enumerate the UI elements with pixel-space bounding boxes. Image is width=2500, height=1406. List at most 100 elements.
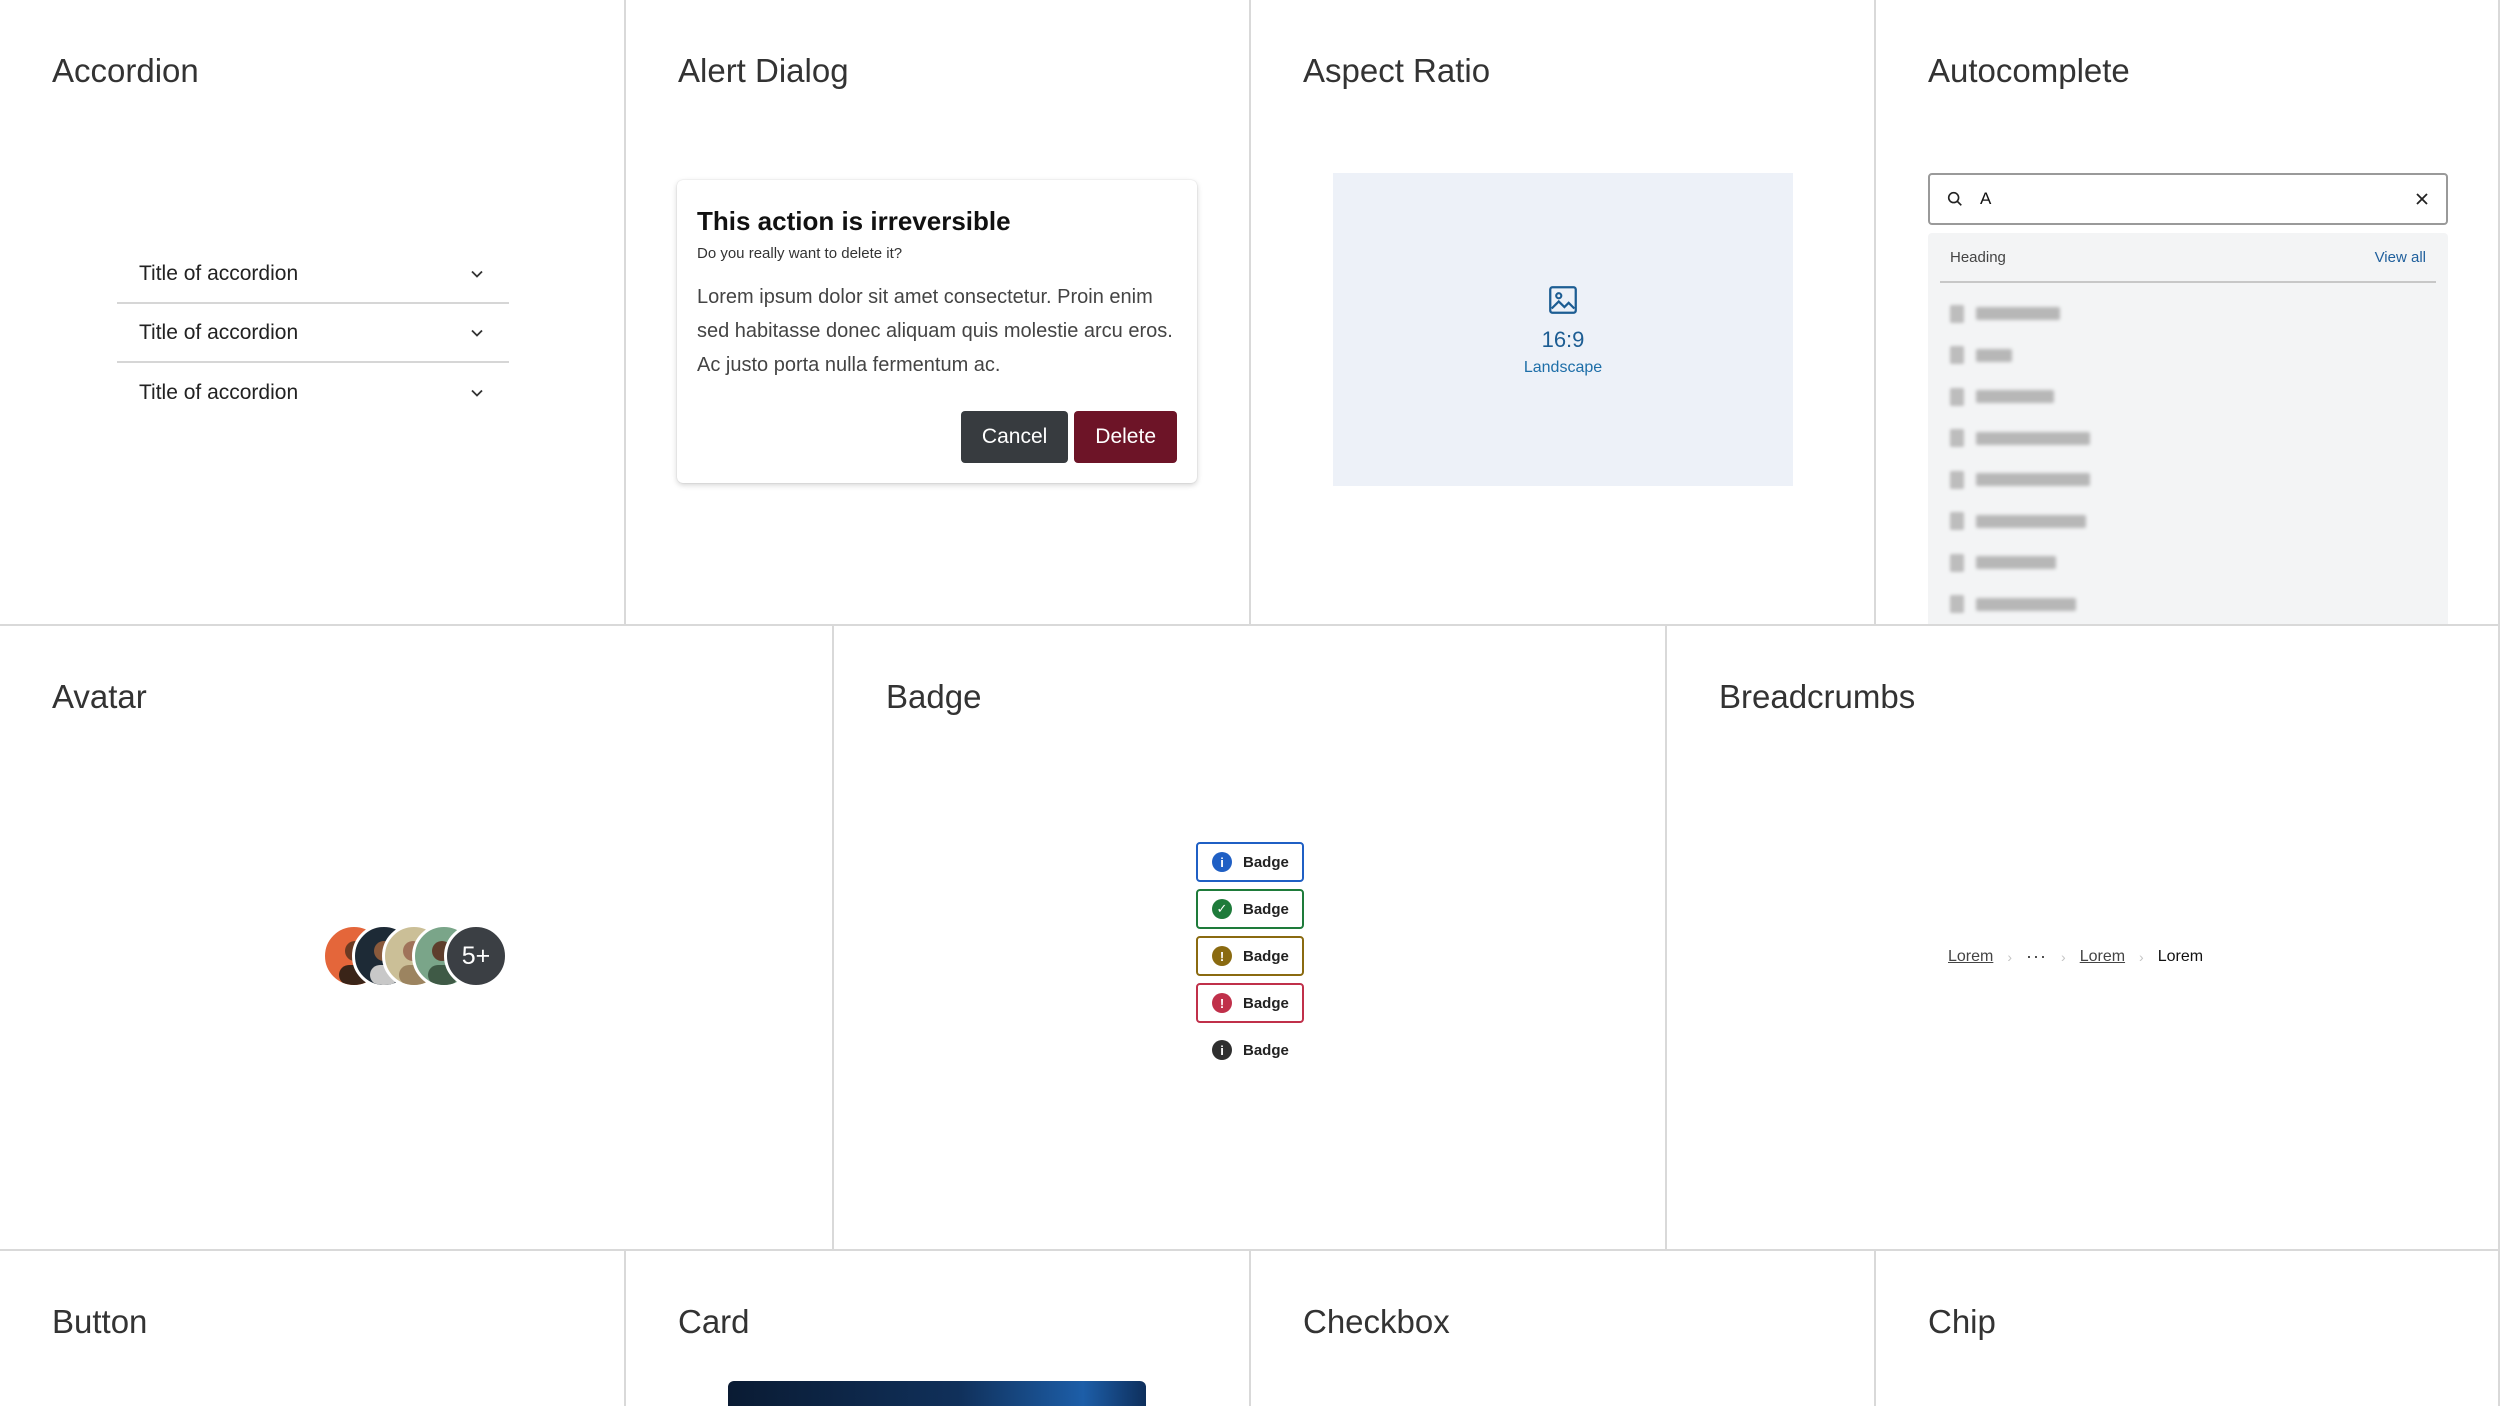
avatar-section: Avatar 5+ xyxy=(0,626,834,1251)
result-icon xyxy=(1950,346,1964,365)
section-title-button: Button xyxy=(52,1303,148,1340)
autocomplete-section: Autocomplete A Heading View all xyxy=(1876,0,2500,626)
accordion-item[interactable]: Title of accordion xyxy=(117,245,509,304)
dialog-actions: Cancel Delete xyxy=(960,411,1177,463)
badge-section: Badge i Badge ✓ Badge ! Badge ! Badge i … xyxy=(834,626,1667,1251)
breadcrumb-current: Lorem xyxy=(2157,947,2204,965)
breadcrumb-link[interactable]: Lorem xyxy=(1948,948,1993,966)
chip-section: Chip xyxy=(1876,1251,2500,1406)
autocomplete-panel-heading: Heading xyxy=(1950,248,2006,266)
close-icon[interactable] xyxy=(2414,191,2430,207)
view-all-link[interactable]: View all xyxy=(2375,249,2426,266)
result-text-blurred xyxy=(1976,597,2076,611)
result-icon xyxy=(1950,512,1964,531)
section-title-checkbox: Checkbox xyxy=(1303,1303,1450,1340)
list-item[interactable] xyxy=(1940,542,2436,584)
accordion: Title of accordion Title of accordion Ti… xyxy=(117,245,509,422)
card-image xyxy=(728,1381,1146,1406)
dialog-subheading: Do you really want to delete it? xyxy=(697,245,903,262)
alert-dialog-section: Alert Dialog This action is irreversible… xyxy=(626,0,1251,626)
list-item[interactable] xyxy=(1940,584,2436,625)
section-title-aspect-ratio: Aspect Ratio xyxy=(1303,52,1491,89)
check-icon: ✓ xyxy=(1212,899,1232,919)
chevron-down-icon xyxy=(471,329,483,337)
badge-label: Badge xyxy=(1243,900,1289,918)
breadcrumb-separator-icon: › xyxy=(2061,948,2066,965)
result-text-blurred xyxy=(1976,348,2012,362)
section-title-autocomplete: Autocomplete xyxy=(1928,52,2130,89)
result-icon xyxy=(1950,387,1964,406)
accordion-section: Accordion Title of accordion Title of ac… xyxy=(0,0,626,626)
avatar-overflow-count[interactable]: 5+ xyxy=(444,924,508,988)
breadcrumbs-section: Breadcrumbs Lorem › ··· › Lorem › Lorem xyxy=(1667,626,2500,1251)
result-icon xyxy=(1950,304,1964,323)
section-title-alert-dialog: Alert Dialog xyxy=(678,52,849,89)
image-icon xyxy=(1549,285,1577,314)
cancel-button[interactable]: Cancel xyxy=(960,411,1069,463)
breadcrumb: Lorem › ··· › Lorem › Lorem xyxy=(1948,946,2203,967)
warning-icon: ! xyxy=(1212,946,1232,966)
list-item[interactable] xyxy=(1940,376,2436,418)
badge-list: i Badge ✓ Badge ! Badge ! Badge i Badge xyxy=(1196,842,1304,1077)
result-icon xyxy=(1950,595,1964,614)
accordion-item-title: Title of accordion xyxy=(139,261,299,285)
breadcrumb-link[interactable]: Lorem xyxy=(2080,948,2125,966)
autocomplete-input[interactable]: A xyxy=(1928,173,2448,225)
autocomplete-dropdown: Heading View all xyxy=(1928,233,2448,625)
button-section: Button xyxy=(0,1251,626,1406)
result-text-blurred xyxy=(1976,307,2060,321)
badge-neutral: i Badge xyxy=(1196,1030,1304,1070)
result-text-blurred xyxy=(1976,473,2090,487)
aspect-ratio-placeholder: 16:9 Landscape xyxy=(1333,173,1793,486)
dialog-body: Lorem ipsum dolor sit amet consectetur. … xyxy=(697,286,1173,376)
result-icon xyxy=(1950,470,1964,489)
result-text-blurred xyxy=(1976,390,2054,404)
chevron-down-icon xyxy=(471,389,483,397)
info-icon: i xyxy=(1212,852,1232,872)
aspect-ratio-value: 16:9 xyxy=(1541,326,1585,352)
result-text-blurred xyxy=(1976,556,2056,570)
chevron-down-icon xyxy=(471,270,483,278)
result-icon xyxy=(1950,429,1964,448)
alert-dialog: This action is irreversible Do you reall… xyxy=(677,180,1197,483)
list-item[interactable] xyxy=(1940,418,2436,460)
badge-label: Badge xyxy=(1243,947,1289,965)
list-item[interactable] xyxy=(1940,501,2436,543)
section-title-badge: Badge xyxy=(886,678,982,715)
autocomplete-panel-header: Heading View all xyxy=(1940,233,2436,283)
section-title-avatar: Avatar xyxy=(52,678,147,715)
accordion-item-title: Title of accordion xyxy=(139,320,299,344)
badge-label: Badge xyxy=(1243,853,1289,871)
autocomplete-query: A xyxy=(1980,189,1992,208)
list-item[interactable] xyxy=(1940,335,2436,377)
breadcrumb-separator-icon: › xyxy=(2139,948,2144,965)
section-title-card: Card xyxy=(678,1303,750,1340)
section-title-breadcrumbs: Breadcrumbs xyxy=(1719,678,1916,715)
accordion-item[interactable]: Title of accordion xyxy=(117,363,509,422)
section-title-accordion: Accordion xyxy=(52,52,199,89)
dialog-heading: This action is irreversible xyxy=(697,206,1011,236)
result-text-blurred xyxy=(1976,514,2086,528)
aspect-ratio-orientation: Landscape xyxy=(1523,358,1603,376)
error-icon: ! xyxy=(1212,993,1232,1013)
accordion-item-title: Title of accordion xyxy=(139,380,299,404)
card-section: Card xyxy=(626,1251,1251,1406)
avatar-group: 5+ xyxy=(322,924,522,988)
badge-label: Badge xyxy=(1243,994,1289,1012)
badge-error: ! Badge xyxy=(1196,983,1304,1023)
result-text-blurred xyxy=(1976,431,2090,445)
list-item[interactable] xyxy=(1940,293,2436,335)
breadcrumb-separator-icon: › xyxy=(2007,948,2013,965)
aspect-ratio-section: Aspect Ratio 16:9 Landscape xyxy=(1251,0,1876,626)
badge-label: Badge xyxy=(1243,1041,1289,1059)
checkbox-section: Checkbox xyxy=(1251,1251,1876,1406)
badge-success: ✓ Badge xyxy=(1196,889,1304,929)
badge-info: i Badge xyxy=(1196,842,1304,882)
delete-button[interactable]: Delete xyxy=(1074,411,1177,463)
list-item[interactable] xyxy=(1940,459,2436,501)
info-icon: i xyxy=(1212,1040,1232,1060)
accordion-item[interactable]: Title of accordion xyxy=(117,304,509,363)
result-icon xyxy=(1950,553,1964,572)
section-title-chip: Chip xyxy=(1928,1303,1996,1340)
breadcrumb-ellipsis[interactable]: ··· xyxy=(2026,946,2047,967)
